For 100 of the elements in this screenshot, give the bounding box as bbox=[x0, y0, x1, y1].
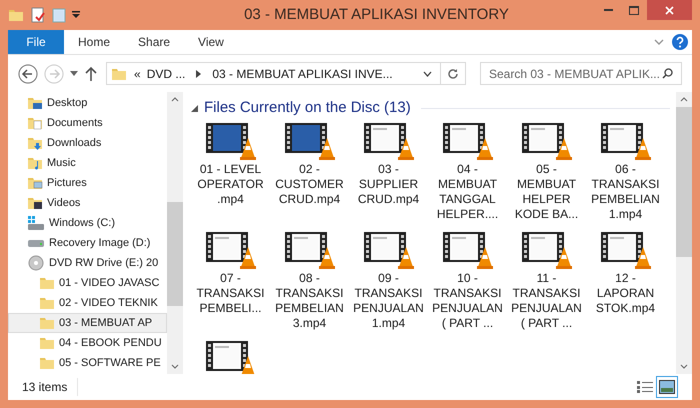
video-thumbnail-icon bbox=[284, 123, 334, 161]
breadcrumb-segment[interactable]: 03 - MEMBUAT APLIKASI INVE... bbox=[209, 64, 396, 82]
scroll-up-icon[interactable] bbox=[171, 97, 179, 102]
large-icons-view-button[interactable] bbox=[656, 376, 678, 398]
video-thumbnail-icon bbox=[522, 232, 572, 270]
scrollbar-thumb[interactable] bbox=[167, 202, 183, 306]
video-thumbnail-icon bbox=[442, 123, 492, 161]
folder-icon bbox=[39, 355, 55, 371]
file-item[interactable]: 05 - MEMBUAT HELPER KODE BA... bbox=[507, 123, 586, 222]
video-thumbnail-icon bbox=[364, 232, 414, 270]
video-thumbnail-icon bbox=[600, 232, 650, 270]
scroll-down-icon[interactable] bbox=[680, 364, 688, 369]
video-thumbnail-icon bbox=[600, 123, 650, 161]
video-thumbnail-icon bbox=[522, 123, 572, 161]
video-thumbnail-icon bbox=[442, 232, 492, 270]
group-header[interactable]: Files Currently on the Disc (13) bbox=[204, 96, 411, 120]
scrollbar[interactable] bbox=[167, 92, 183, 374]
caret-icon[interactable] bbox=[70, 71, 78, 76]
file-item[interactable]: 06 - TRANSAKSI PEMBELIAN 1.mp4 bbox=[586, 123, 665, 222]
help-icon[interactable] bbox=[672, 34, 688, 50]
folder-icon bbox=[39, 275, 55, 291]
nav-item[interactable]: Recovery Image (D:) bbox=[8, 233, 167, 253]
folder-icon bbox=[39, 295, 55, 311]
nav-item[interactable]: 01 - VIDEO JAVASC bbox=[8, 273, 167, 293]
close-icon bbox=[665, 6, 674, 14]
folder-icon bbox=[39, 335, 55, 351]
folder-icon bbox=[27, 115, 43, 131]
scroll-down-icon[interactable] bbox=[171, 364, 179, 369]
up-arrow-icon[interactable] bbox=[84, 66, 98, 82]
folder-icon bbox=[27, 155, 43, 171]
nav-item[interactable]: 02 - VIDEO TEKNIK bbox=[8, 293, 167, 313]
nav-item[interactable]: Music bbox=[8, 153, 167, 173]
folder-icon bbox=[27, 95, 43, 111]
window-title: 03 - MEMBUAT APLIKASI INVENTORY bbox=[243, 4, 510, 25]
file-item[interactable]: 11 - TRANSAKSI PENJUALAN ( PART ... bbox=[507, 232, 586, 331]
file-item[interactable]: 03 - SUPPLIER CRUD.mp4 bbox=[349, 123, 428, 222]
scrollbar-thumb[interactable] bbox=[676, 107, 692, 257]
nav-item[interactable]: 03 - MEMBUAT AP bbox=[8, 313, 167, 333]
ribbon-tab[interactable]: View bbox=[184, 30, 238, 54]
chevron-down-icon[interactable] bbox=[423, 70, 432, 76]
breadcrumb-segment[interactable]: DVD ... bbox=[144, 64, 188, 82]
folder-icon bbox=[8, 7, 24, 23]
close-button[interactable] bbox=[647, 0, 692, 20]
ribbon-tab[interactable]: Home bbox=[64, 30, 124, 54]
drive-icon bbox=[28, 240, 44, 246]
file-item[interactable]: 04 - MEMBUAT TANGGAL HELPER.... bbox=[428, 123, 507, 222]
file-name: 03 - SUPPLIER CRUD.mp4 bbox=[356, 162, 420, 208]
collapse-icon[interactable] bbox=[191, 104, 198, 112]
overflow-marker[interactable]: « bbox=[131, 64, 144, 82]
refresh-icon[interactable] bbox=[447, 68, 459, 80]
large-icons-view-icon bbox=[659, 380, 675, 394]
ribbon-tab[interactable]: File bbox=[8, 30, 64, 54]
video-thumbnail-icon bbox=[206, 123, 256, 161]
breadcrumb-arrow-icon[interactable] bbox=[196, 70, 202, 78]
file-item[interactable]: 02 - CUSTOMER CRUD.mp4 bbox=[270, 123, 349, 222]
nav-item[interactable]: 05 - SOFTWARE PE bbox=[8, 353, 167, 373]
folder-icon bbox=[39, 315, 55, 331]
file-name: 05 - MEMBUAT HELPER KODE BA... bbox=[514, 162, 580, 222]
nav-item[interactable]: 04 - EBOOK PENDU bbox=[8, 333, 167, 353]
file-item[interactable]: 09 - TRANSAKSI PENJUALAN 1.mp4 bbox=[349, 232, 428, 331]
file-item[interactable]: 12 - LAPORAN STOK.mp4 bbox=[586, 232, 665, 331]
file-name: 04 - MEMBUAT TANGGAL HELPER.... bbox=[436, 162, 500, 222]
scroll-up-icon[interactable] bbox=[680, 97, 688, 102]
file-item[interactable]: 07 -TRANSAKSI PEMBELI... bbox=[191, 232, 270, 331]
details-view-icon bbox=[637, 381, 653, 393]
maximize-icon bbox=[629, 6, 639, 14]
dropdown-icon[interactable] bbox=[72, 11, 80, 19]
file-name: 01 - LEVEL OPERATOR .mp4 bbox=[196, 162, 265, 208]
file-item[interactable]: 01 - LEVEL OPERATOR .mp4 bbox=[191, 123, 270, 222]
file-name: 11 - TRANSAKSI PENJUALAN ( PART ... bbox=[510, 271, 583, 331]
file-name: 09 - TRANSAKSI PENJUALAN 1.mp4 bbox=[352, 271, 425, 331]
scrollbar[interactable] bbox=[676, 92, 692, 374]
video-thumbnail-icon bbox=[206, 341, 256, 374]
nav-item[interactable]: Downloads bbox=[8, 133, 167, 153]
file-name: 12 - LAPORAN STOK.mp4 bbox=[594, 271, 656, 317]
nav-item[interactable]: DVD RW Drive (E:) 20 bbox=[8, 253, 167, 273]
nav-item[interactable]: Documents bbox=[8, 113, 167, 133]
nav-item[interactable]: Pictures bbox=[8, 173, 167, 193]
item-count: 13 items bbox=[22, 378, 78, 396]
nav-item[interactable]: Desktop bbox=[8, 93, 167, 113]
file-name: 10 - TRANSAKSI PENJUALAN ( PART ... bbox=[431, 271, 504, 331]
file-name: 08 - TRANSAKSI PEMBELIAN 3.mp4 bbox=[274, 271, 345, 331]
folder-icon bbox=[27, 175, 43, 191]
search-icon bbox=[662, 68, 673, 79]
back-icon[interactable] bbox=[18, 64, 38, 84]
folder-icon bbox=[27, 135, 43, 151]
video-thumbnail-icon bbox=[364, 123, 414, 161]
file-name: 02 - CUSTOMER CRUD.mp4 bbox=[274, 162, 345, 208]
search-field[interactable]: Search 03 - MEMBUAT APLIK... bbox=[480, 62, 682, 85]
file-item[interactable]: 10 - TRANSAKSI PENJUALAN ( PART ... bbox=[428, 232, 507, 331]
nav-item[interactable]: Videos bbox=[8, 193, 167, 213]
file-name: 06 - TRANSAKSI PEMBELIAN 1.mp4 bbox=[590, 162, 661, 222]
file-item[interactable]: 08 - TRANSAKSI PEMBELIAN 3.mp4 bbox=[270, 232, 349, 331]
video-thumbnail-icon bbox=[206, 232, 256, 270]
nav-item[interactable]: Windows (C:) bbox=[8, 213, 167, 233]
file-name: 07 -TRANSAKSI PEMBELI... bbox=[195, 271, 266, 317]
video-thumbnail-icon bbox=[284, 232, 334, 270]
ribbon-tab[interactable]: Share bbox=[124, 30, 184, 54]
address-bar[interactable]: « DVD ... 03 - MEMBUAT APLIKASI INVE... bbox=[106, 62, 466, 85]
folder-icon bbox=[27, 195, 43, 211]
